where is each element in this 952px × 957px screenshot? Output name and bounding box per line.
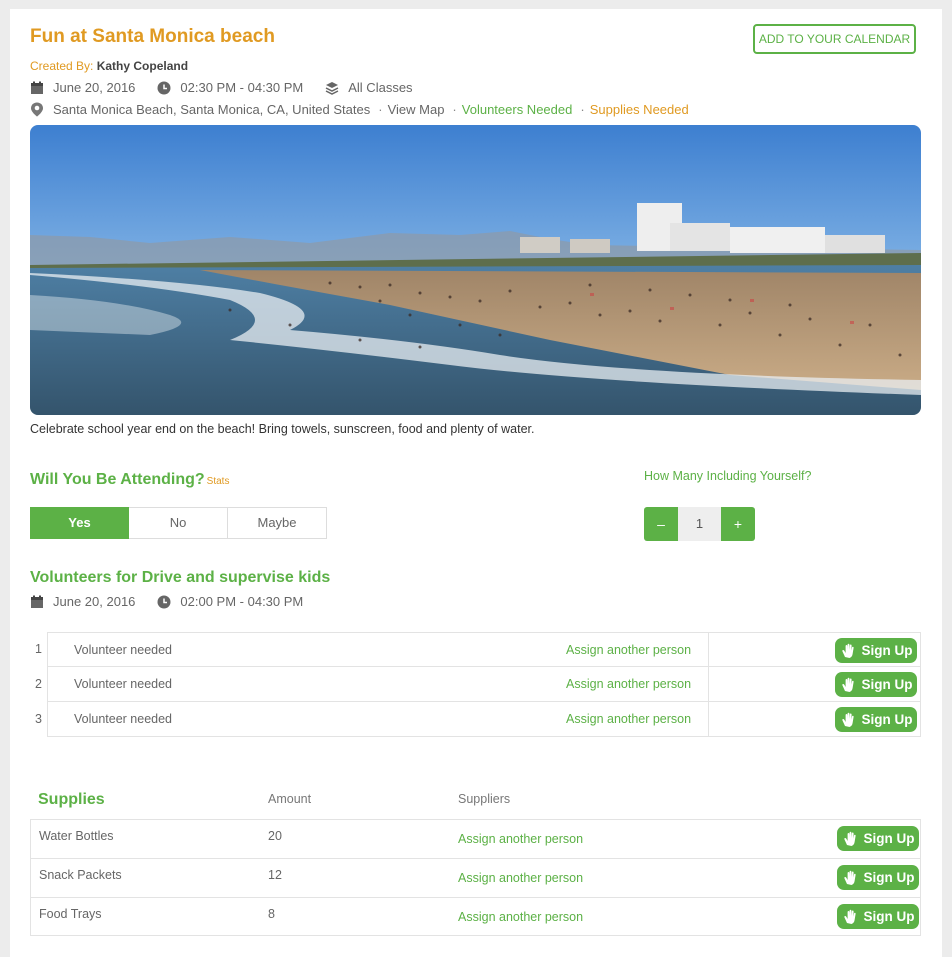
- assign-person-link[interactable]: Assign another person: [458, 910, 583, 924]
- sign-up-button[interactable]: Sign Up: [837, 904, 919, 929]
- supply-item: Water Bottles: [39, 829, 114, 843]
- hand-icon: [843, 831, 856, 846]
- sign-up-button[interactable]: Sign Up: [837, 826, 919, 851]
- supply-item: Food Trays: [39, 907, 102, 921]
- assign-person-link[interactable]: Assign another person: [566, 702, 691, 736]
- volunteer-name: Volunteer needed: [74, 643, 173, 657]
- view-map-link[interactable]: View Map: [388, 102, 445, 117]
- volunteers-heading: Volunteers for Drive and supervise kids: [30, 569, 331, 586]
- hand-icon: [841, 712, 854, 727]
- sign-up-label: Sign Up: [863, 909, 915, 924]
- rsvp-options: Yes No Maybe: [30, 507, 327, 539]
- sign-up-button[interactable]: Sign Up: [835, 638, 917, 663]
- event-photo: [30, 125, 921, 415]
- calendar-icon: [31, 81, 43, 94]
- volunteers-table: 1 Volunteer needed Assign another person…: [30, 632, 921, 737]
- sign-up-label: Sign Up: [861, 677, 913, 692]
- event-classes: All Classes: [348, 80, 413, 95]
- table-row: 1 Volunteer needed Assign another person…: [30, 632, 921, 667]
- table-row: 3 Volunteer needed Assign another person…: [30, 702, 921, 737]
- row-number: 3: [35, 712, 42, 726]
- suppliers-column-header: Suppliers: [458, 792, 511, 806]
- assign-person-link[interactable]: Assign another person: [566, 667, 691, 701]
- sign-up-label: Sign Up: [863, 870, 915, 885]
- table-row: 2 Volunteer needed Assign another person…: [30, 667, 921, 702]
- hand-icon: [843, 870, 856, 885]
- volunteers-needed-link[interactable]: Volunteers Needed: [462, 102, 573, 117]
- attending-title: Will You Be Attending?: [30, 471, 205, 488]
- event-card: Fun at Santa Monica beach ADD TO YOUR CA…: [10, 9, 942, 957]
- clock-icon: [157, 595, 171, 608]
- clock-icon: [157, 81, 171, 94]
- volunteer-name: Volunteer needed: [74, 677, 173, 691]
- rsvp-no-button[interactable]: No: [129, 507, 228, 539]
- rsvp-maybe-button[interactable]: Maybe: [228, 507, 327, 539]
- decrement-button[interactable]: –: [644, 507, 678, 541]
- supply-amount: 12: [268, 868, 282, 882]
- sign-up-label: Sign Up: [861, 712, 913, 727]
- how-many-label: How Many Including Yourself?: [644, 469, 812, 483]
- hand-icon: [841, 677, 854, 692]
- created-by: Created By: Kathy Copeland: [30, 59, 188, 73]
- assign-person-link[interactable]: Assign another person: [458, 871, 583, 885]
- rsvp-yes-button[interactable]: Yes: [30, 507, 129, 539]
- table-row: Water Bottles 20 Assign another person S…: [30, 819, 921, 858]
- hand-icon: [841, 643, 854, 658]
- volunteer-name: Volunteer needed: [74, 712, 173, 726]
- calendar-icon: [31, 595, 43, 608]
- sign-up-button[interactable]: Sign Up: [837, 865, 919, 890]
- event-date: June 20, 2016: [53, 80, 136, 95]
- supply-amount: 8: [268, 907, 275, 921]
- assign-person-link[interactable]: Assign another person: [458, 832, 583, 846]
- event-title: Fun at Santa Monica beach: [30, 26, 275, 47]
- table-row: Food Trays 8 Assign another person Sign …: [30, 897, 921, 936]
- created-by-label: Created By:: [30, 59, 94, 73]
- sign-up-label: Sign Up: [863, 831, 915, 846]
- hand-icon: [843, 909, 856, 924]
- volunteers-time: 02:00 PM - 04:30 PM: [180, 594, 304, 609]
- attendee-count-stepper: – 1 +: [644, 507, 755, 541]
- row-number: 2: [35, 677, 42, 691]
- event-meta: June 20, 2016 02:30 PM - 04:30 PM All Cl…: [30, 80, 435, 95]
- add-to-calendar-button[interactable]: ADD TO YOUR CALENDAR: [753, 24, 916, 54]
- amount-column-header: Amount: [268, 792, 312, 806]
- table-row: Snack Packets 12 Assign another person S…: [30, 858, 921, 897]
- supplies-table: Supplies Amount Suppliers Water Bottles …: [30, 781, 921, 936]
- supply-amount: 20: [268, 829, 282, 843]
- increment-button[interactable]: +: [721, 507, 755, 541]
- supplies-needed-link[interactable]: Supplies Needed: [590, 102, 689, 117]
- sign-up-label: Sign Up: [861, 643, 913, 658]
- event-location: Santa Monica Beach, Santa Monica, CA, Un…: [53, 102, 371, 117]
- volunteers-date: June 20, 2016: [53, 594, 136, 609]
- sign-up-button[interactable]: Sign Up: [835, 707, 917, 732]
- volunteers-meta: June 20, 2016 02:00 PM - 04:30 PM: [30, 594, 325, 609]
- attending-heading: Will You Be Attending? Stats: [30, 471, 229, 489]
- supplies-heading: Supplies: [38, 791, 105, 808]
- event-description: Celebrate school year end on the beach! …: [30, 422, 535, 436]
- layers-icon: [325, 81, 339, 95]
- event-location-row: Santa Monica Beach, Santa Monica, CA, Un…: [30, 102, 689, 117]
- sign-up-button[interactable]: Sign Up: [835, 672, 917, 697]
- created-by-name: Kathy Copeland: [96, 59, 189, 73]
- event-time: 02:30 PM - 04:30 PM: [180, 80, 304, 95]
- stats-link[interactable]: Stats: [207, 476, 230, 487]
- row-number: 1: [35, 642, 42, 656]
- supplies-header: Supplies Amount Suppliers: [30, 781, 921, 819]
- supply-item: Snack Packets: [39, 868, 122, 882]
- location-pin-icon: [31, 102, 43, 117]
- attendee-count-value[interactable]: 1: [678, 507, 721, 541]
- assign-person-link[interactable]: Assign another person: [566, 633, 691, 667]
